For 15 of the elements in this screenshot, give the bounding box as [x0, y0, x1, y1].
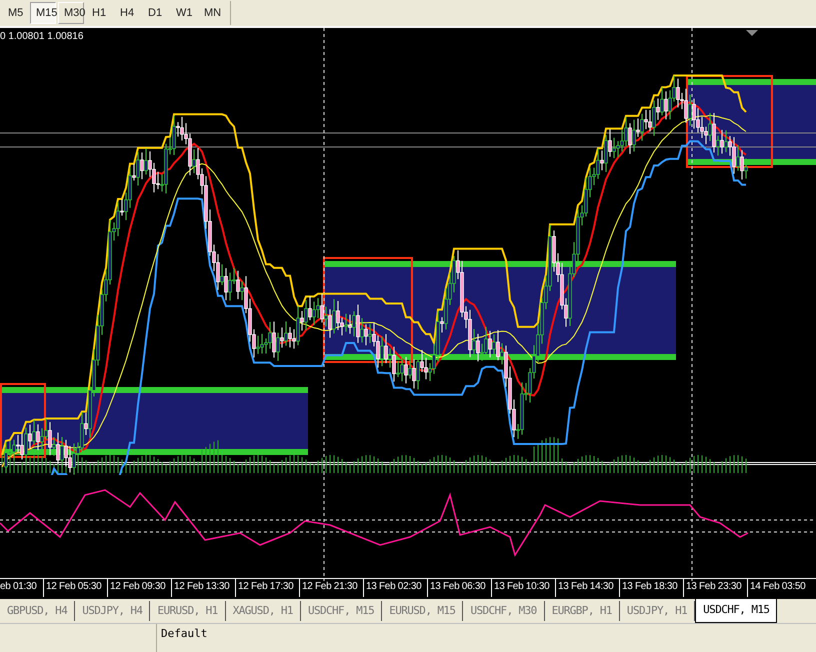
timeframe-button[interactable]: M15 [30, 2, 56, 24]
chart-tab[interactable]: USDCHF, M30 [463, 601, 545, 621]
chart-tab[interactable]: EURUSD, M15 [382, 601, 464, 621]
profile-label: Default [160, 626, 208, 642]
shift-marker-icon[interactable] [746, 30, 758, 36]
chart-tab[interactable]: XAGUSD, H1 [226, 601, 301, 621]
chart-tab[interactable]: GBPUSD, H4 [0, 601, 76, 621]
price-quote: 0 1.00801 1.00816 [0, 32, 84, 42]
chart-tab[interactable]: USDCHF, M15 [695, 599, 778, 623]
chart-tab[interactable]: EURUSD, H1 [150, 601, 226, 621]
chart-tab[interactable]: USDJPY, H4 [75, 601, 150, 621]
chart-tab[interactable]: EURGBP, H1 [544, 601, 620, 621]
time-label: eb 01:30 [0, 580, 38, 594]
timeframe-button[interactable]: M30 [58, 2, 84, 24]
chart-tab[interactable]: USDCHF, M15 [300, 601, 382, 621]
